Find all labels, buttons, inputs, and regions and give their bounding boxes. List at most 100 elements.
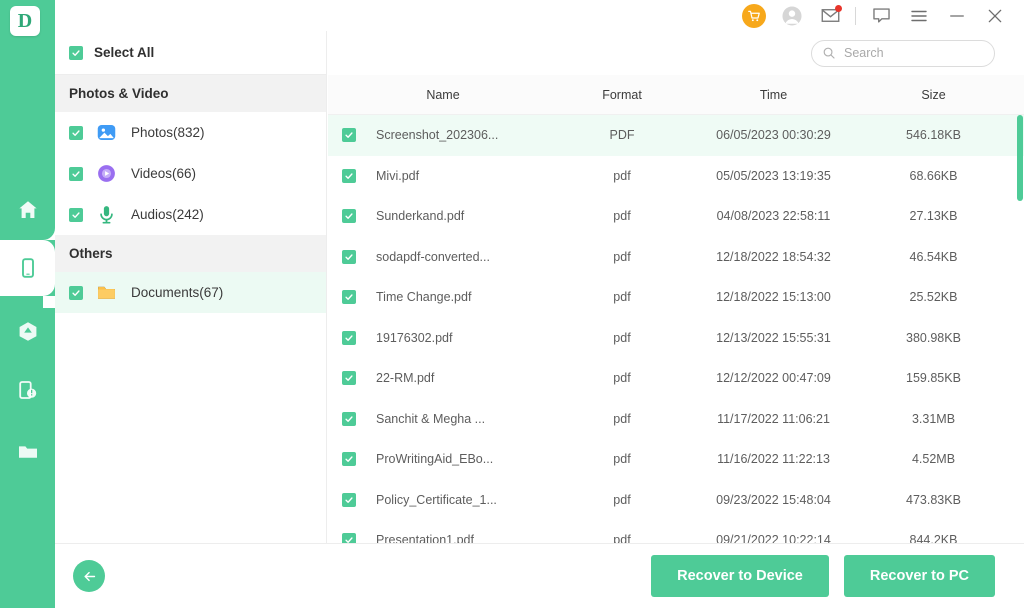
row-checkbox[interactable] [342,492,356,507]
file-name-text: 22-RM.pdf [376,371,435,386]
file-name-cell: Sunderkand.pdf [328,209,558,224]
file-name-text: sodapdf-converted... [376,249,490,264]
file-format-cell: pdf [613,533,631,543]
videos-checkbox[interactable] [69,166,83,181]
file-time-cell: 12/18/2022 18:54:32 [716,249,831,264]
back-button[interactable] [73,560,105,592]
row-checkbox[interactable] [342,533,356,543]
audios-icon [95,204,117,226]
videos-label: Videos(66) [131,166,197,181]
rail-item-device[interactable] [0,228,55,308]
table-row[interactable]: Mivi.pdf pdf 05/05/2023 13:19:35 68.66KB [328,156,1024,197]
sidebar-item-videos[interactable]: Videos(66) [55,153,326,194]
titlebar-divider [855,6,856,25]
column-header-size[interactable]: Size [861,88,1006,102]
file-time-cell: 06/05/2023 00:30:29 [716,128,831,143]
photos-checkbox[interactable] [69,125,83,140]
table-row[interactable]: sodapdf-converted... pdf 12/18/2022 18:54:… [328,237,1024,278]
window-titlebar [55,0,1024,31]
table-row[interactable]: 19176302.pdf pdf 12/13/2022 15:55:31 380.98… [328,318,1024,359]
file-format-cell: pdf [613,452,631,467]
row-checkbox[interactable] [342,411,356,426]
row-checkbox[interactable] [342,128,356,143]
file-name-cell: ProWritingAid_EBo... [328,452,558,467]
file-name-cell: Mivi.pdf [328,168,558,183]
file-name-cell: Policy_Certificate_1... [328,492,558,507]
file-name-cell: 19176302.pdf [328,330,558,345]
file-time-cell: 12/18/2022 15:13:00 [716,290,831,305]
minimize-button[interactable] [938,0,976,31]
rail-item-cloud[interactable] [0,302,55,358]
file-time-cell: 12/13/2022 15:55:31 [716,330,831,345]
search-input[interactable] [844,46,984,60]
folder-icon [18,446,37,458]
file-name-cell: Time Change.pdf [328,290,558,305]
cloud-icon [19,322,36,341]
column-header-name[interactable]: Name [328,88,558,102]
row-checkbox[interactable] [342,290,356,305]
file-format-cell: pdf [613,330,631,345]
account-button[interactable] [773,0,811,31]
file-size-cell: 159.85KB [906,371,961,386]
file-name-text: ProWritingAid_EBo... [376,452,494,467]
back-arrow-icon [84,571,95,581]
file-format-cell: pdf [613,411,631,426]
vertical-scrollbar-thumb[interactable] [1017,115,1023,201]
row-checkbox[interactable] [342,209,356,224]
app-logo-letter: D [17,10,33,32]
row-checkbox[interactable] [342,330,356,345]
vertical-scrollbar-track[interactable] [1017,115,1024,543]
file-size-cell: 380.98KB [906,330,961,345]
rail-item-repair[interactable] [0,362,55,418]
table-header: Name Format Time Size [328,75,1024,115]
file-name-cell: sodapdf-converted... [328,249,558,264]
file-time-cell: 04/08/2023 22:58:11 [716,209,831,224]
search-icon [823,47,835,59]
close-button[interactable] [976,0,1014,31]
audios-checkbox[interactable] [69,207,83,222]
file-time-cell: 09/23/2022 15:48:04 [716,492,831,507]
sidebar-item-documents[interactable]: Documents(67) [55,272,326,313]
rail-item-files[interactable] [0,424,55,480]
column-header-format[interactable]: Format [558,88,686,102]
menu-button[interactable] [900,0,938,31]
file-size-cell: 46.54KB [909,249,958,264]
table-row[interactable]: Sunderkand.pdf pdf 04/08/2023 22:58:11 27.1… [328,196,1024,237]
file-list-panel: Name Format Time Size Screenshot_202306.… [328,31,1024,543]
file-format-cell: pdf [613,168,631,183]
table-row[interactable]: Screenshot_202306... PDF 06/05/2023 00:30:… [328,115,1024,156]
select-all-row[interactable]: Select All [55,31,326,75]
select-all-label: Select All [94,45,155,60]
table-row[interactable]: Policy_Certificate_1... pdf 09/23/2022 15:… [328,480,1024,521]
row-checkbox[interactable] [342,168,356,183]
file-name-text: Screenshot_202306... [376,128,499,143]
table-row[interactable]: Presentation1.pdf pdf 09/21/2022 10:22:14 8… [328,520,1024,543]
column-header-time[interactable]: Time [686,88,861,102]
table-row[interactable]: ProWritingAid_EBo... pdf 11/16/2022 11:22:… [328,439,1024,480]
documents-checkbox[interactable] [69,285,83,300]
feedback-button[interactable] [862,0,900,31]
search-box[interactable] [811,39,995,67]
table-row[interactable]: Sanchit & Megha ... pdf 11/17/2022 11:06:2… [328,399,1024,440]
file-name-cell: Sanchit & Megha ... [328,411,558,426]
sidebar-item-photos[interactable]: Photos(832) [55,112,326,153]
file-name-cell: 22-RM.pdf [328,371,558,386]
file-size-cell: 4.52MB [911,452,956,467]
messages-button[interactable] [811,0,849,31]
file-time-cell: 12/12/2022 00:47:09 [716,371,831,386]
select-all-checkbox[interactable] [69,45,83,60]
table-row[interactable]: 22-RM.pdf pdf 12/12/2022 00:47:09 159.85KB [328,358,1024,399]
file-time-cell: 11/16/2022 11:22:13 [717,452,830,467]
photos-label: Photos(832) [131,125,205,140]
app-window: D Select All Photos & Video Photos(832) … [0,0,1024,608]
sidebar-item-audios[interactable]: Audios(242) [55,194,326,235]
phone-icon [21,258,34,278]
store-cart-button[interactable] [735,0,773,31]
cart-icon [742,3,766,28]
row-checkbox[interactable] [342,371,356,386]
row-checkbox[interactable] [342,452,356,467]
recover-to-pc-button[interactable]: Recover to PC [843,555,995,597]
recover-to-device-button[interactable]: Recover to Device [651,555,829,597]
table-row[interactable]: Time Change.pdf pdf 12/18/2022 15:13:00 25.… [328,277,1024,318]
row-checkbox[interactable] [342,249,356,264]
